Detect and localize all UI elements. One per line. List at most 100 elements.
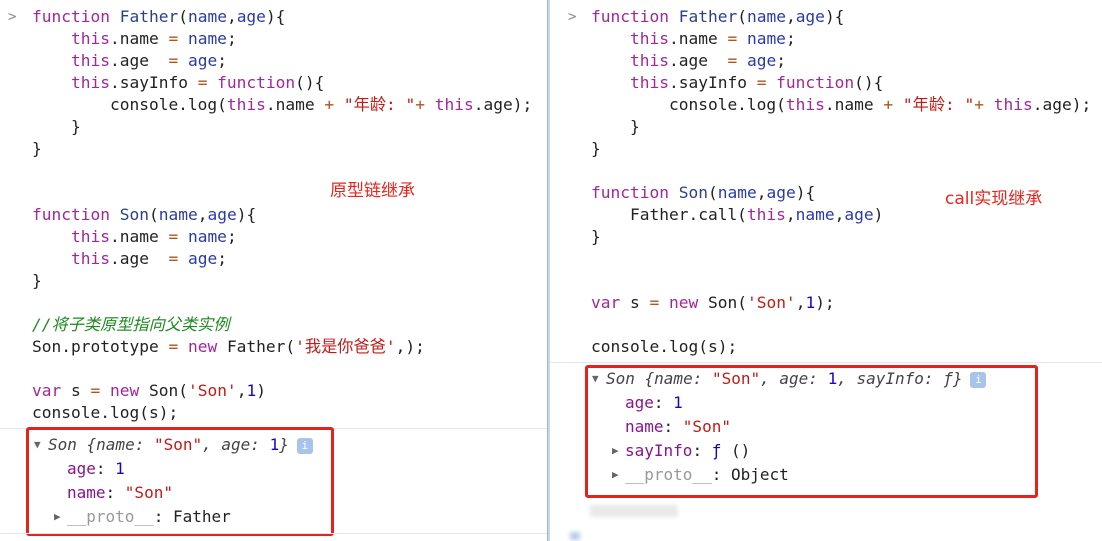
code-token: +: [415, 95, 425, 114]
object-summary[interactable]: Son {name: "Son", age: 1} i: [48, 433, 313, 457]
code-token: this: [746, 205, 786, 224]
object-property[interactable]: age: 1: [67, 457, 125, 481]
code-line: console.log(s);: [591, 336, 737, 358]
code-token: 1: [246, 381, 257, 400]
code-token: Father(: [226, 337, 296, 356]
code-token: Son.prototype: [32, 337, 169, 356]
code-token: );: [815, 293, 835, 312]
code-token: ;: [226, 29, 237, 48]
code-token: name: [158, 205, 198, 224]
code-token: .sayInfo: [109, 73, 198, 92]
code-token: name: [67, 483, 106, 502]
code-token: ){: [265, 7, 286, 26]
object-summary[interactable]: Son {name: "Son", age: 1, sayInfo: ƒ} i: [606, 367, 987, 391]
object-property[interactable]: name: "Son": [625, 415, 731, 439]
code-token: :: [653, 393, 674, 412]
code-token: }: [32, 139, 42, 158]
code-token: }: [32, 117, 81, 136]
code-token: name: [187, 7, 227, 26]
code-token: new: [659, 293, 708, 312]
code-token: Father: [678, 7, 738, 26]
code-token: this: [226, 95, 266, 114]
code-line: }: [32, 270, 42, 292]
code-token: .name: [109, 29, 169, 48]
code-line: //将子类原型指向父类实例: [32, 314, 230, 336]
expand-triangle-down-icon[interactable]: ▼: [592, 367, 599, 391]
code-token: function: [591, 183, 679, 202]
code-token: age: [67, 459, 96, 478]
code-token: , age:: [760, 369, 828, 388]
console-separator: [550, 362, 1102, 363]
code-token: =: [727, 51, 738, 70]
object-property[interactable]: age: 1: [625, 391, 683, 415]
code-token: (: [148, 205, 159, 224]
code-token: var: [591, 293, 630, 312]
code-token: "Son": [711, 369, 761, 388]
code-token: age: [844, 205, 874, 224]
object-property[interactable]: name: "Son": [67, 481, 173, 505]
code-token: s: [629, 293, 650, 312]
code-line: }: [591, 226, 601, 248]
code-token: : Father: [153, 507, 231, 526]
code-token: ,: [756, 183, 767, 202]
code-token: ;: [217, 51, 227, 70]
code-token: =: [168, 51, 179, 70]
code-token: s: [70, 381, 91, 400]
code-line: Father.call(this,name,age): [591, 204, 883, 226]
object-property[interactable]: sayInfo: ƒ (): [625, 439, 750, 463]
expand-triangle-right-icon[interactable]: ▶: [612, 463, 619, 487]
code-token: var: [32, 381, 71, 400]
info-icon[interactable]: i: [970, 371, 987, 388]
code-line: this.sayInfo = function(){: [591, 72, 883, 94]
code-token: Father.call(: [591, 205, 747, 224]
expand-triangle-down-icon[interactable]: ▼: [34, 433, 41, 457]
code-token: (){: [295, 73, 325, 92]
code-token: .age: [668, 51, 728, 70]
code-token: ;: [785, 29, 796, 48]
code-line: Son.prototype = new Father('我是你爸爸',);: [32, 336, 425, 358]
code-token: =: [168, 227, 179, 246]
code-token: =: [168, 337, 179, 356]
code-token: , age:: [202, 435, 270, 454]
code-token: .age: [109, 51, 169, 70]
code-token: ): [873, 205, 884, 224]
code-token: Son(: [148, 381, 188, 400]
code-token: function: [591, 7, 679, 26]
code-token: : Object: [711, 465, 789, 484]
code-token: Son: [678, 183, 708, 202]
code-line: }: [591, 116, 640, 138]
expand-triangle-right-icon[interactable]: ▶: [54, 505, 61, 529]
code-token: age: [625, 393, 654, 412]
code-token: name: [717, 183, 757, 202]
code-token: .name: [668, 29, 728, 48]
code-token: .name: [824, 95, 884, 114]
code-token: }: [591, 227, 601, 246]
code-token: this: [32, 227, 110, 246]
code-token: function: [207, 73, 296, 92]
code-line: function Son(name,age){: [32, 204, 256, 226]
code-line: this.name = name;: [591, 28, 796, 50]
code-line: }: [32, 138, 42, 160]
code-token: ,: [197, 205, 208, 224]
expand-triangle-right-icon[interactable]: ▶: [612, 439, 619, 463]
code-line: this.sayInfo = function(){: [32, 72, 324, 94]
code-token: ,);: [395, 337, 425, 356]
prompt-chevron-icon: >: [8, 9, 17, 25]
code-token: +: [974, 95, 984, 114]
code-token: Son: [606, 369, 645, 388]
info-icon[interactable]: i: [296, 437, 313, 454]
code-token: ,: [785, 205, 796, 224]
code-token: Son: [48, 435, 87, 454]
left-console-pane: > 原型链继承 function Father(name,age){ this.…: [0, 0, 548, 541]
object-property[interactable]: __proto__: Object: [625, 463, 789, 487]
code-token: age: [737, 51, 777, 70]
console-input-icon: [570, 532, 580, 540]
code-token: ,: [834, 205, 845, 224]
object-property[interactable]: __proto__: Father: [67, 505, 231, 529]
code-token: //将子类原型指向父类实例: [32, 315, 230, 334]
code-token: name: [178, 227, 227, 246]
code-token: :: [105, 483, 125, 502]
code-token: }: [32, 271, 42, 290]
code-token: age: [178, 249, 218, 268]
code-token: ,: [795, 293, 806, 312]
